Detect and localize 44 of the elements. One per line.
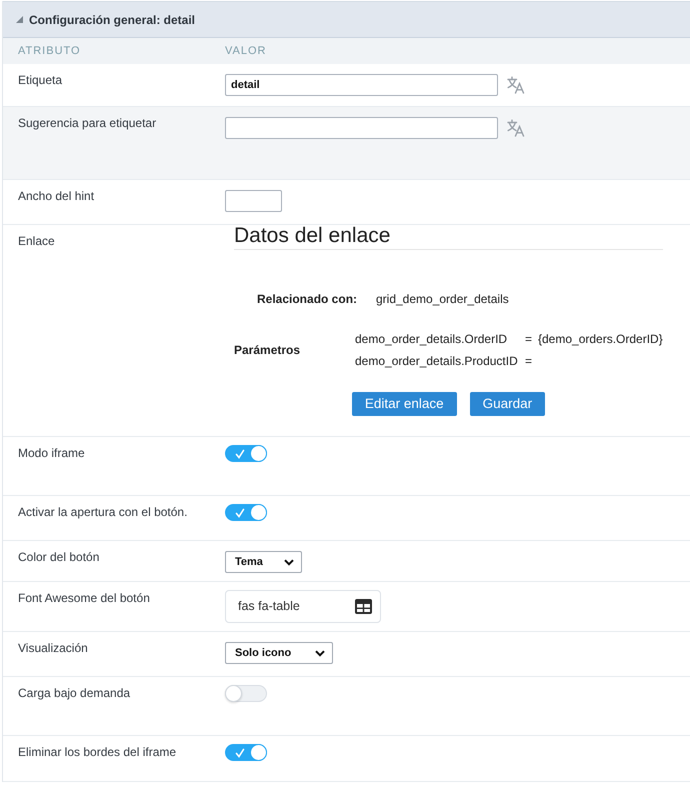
attribute-label: Ancho del hint (18, 189, 94, 204)
check-icon (235, 508, 245, 518)
attribute-label: Visualización (18, 641, 88, 656)
icon-class-field[interactable]: fas fa-table (225, 590, 381, 623)
save-button[interactable]: Guardar (470, 392, 546, 416)
collapse-triangle-icon[interactable] (16, 16, 23, 23)
toggle-switch[interactable] (225, 504, 267, 521)
chevron-down-icon (284, 558, 294, 566)
translate-icon[interactable] (507, 119, 525, 137)
parameter-name: demo_order_details.ProductID (355, 354, 518, 368)
section-heading: Datos del enlace (234, 223, 390, 249)
attribute-label: Eliminar los bordes del iframe (18, 745, 176, 760)
attribute-label: Color del botón (18, 550, 100, 565)
check-icon (235, 748, 245, 758)
chevron-down-icon (315, 650, 325, 656)
column-header: ATRIBUTO (18, 44, 81, 57)
attribute-label: Modo iframe (18, 446, 85, 461)
toggle-switch[interactable] (225, 445, 267, 462)
parameter-operator: = (525, 354, 532, 368)
toggle-switch[interactable] (225, 685, 267, 702)
attribute-label: Sugerencia para etiquetar (18, 116, 156, 131)
field-label: Parámetros (234, 343, 300, 357)
edit-link-button[interactable]: Editar enlace (352, 392, 457, 416)
toggle-switch[interactable] (225, 744, 267, 761)
dropdown[interactable]: Tema (225, 551, 302, 573)
attribute-label: Enlace (18, 234, 55, 249)
parameter-value: {demo_orders.OrderID} (538, 331, 663, 348)
attribute-label: Carga bajo demanda (18, 686, 130, 701)
translate-icon[interactable] (507, 76, 525, 94)
field-value: grid_demo_order_details (376, 292, 509, 307)
column-header: VALOR (225, 44, 266, 57)
input-field[interactable]: detail (225, 74, 498, 96)
attribute-label: Etiqueta (18, 73, 62, 88)
parameter-operator: = (525, 332, 532, 346)
parameter-name: demo_order_details.OrderID (355, 332, 508, 346)
input-field[interactable] (225, 117, 498, 139)
field-label: Relacionado con: (257, 292, 358, 307)
input-field[interactable] (225, 190, 282, 212)
check-icon (235, 449, 245, 459)
panel-title: Configuración general: detail (29, 12, 196, 28)
table-icon (355, 599, 372, 614)
attribute-label: Font Awesome del botón (18, 591, 150, 606)
attribute-label: Activar la apertura con el botón. (18, 505, 188, 520)
dropdown[interactable]: Solo icono (225, 642, 333, 664)
